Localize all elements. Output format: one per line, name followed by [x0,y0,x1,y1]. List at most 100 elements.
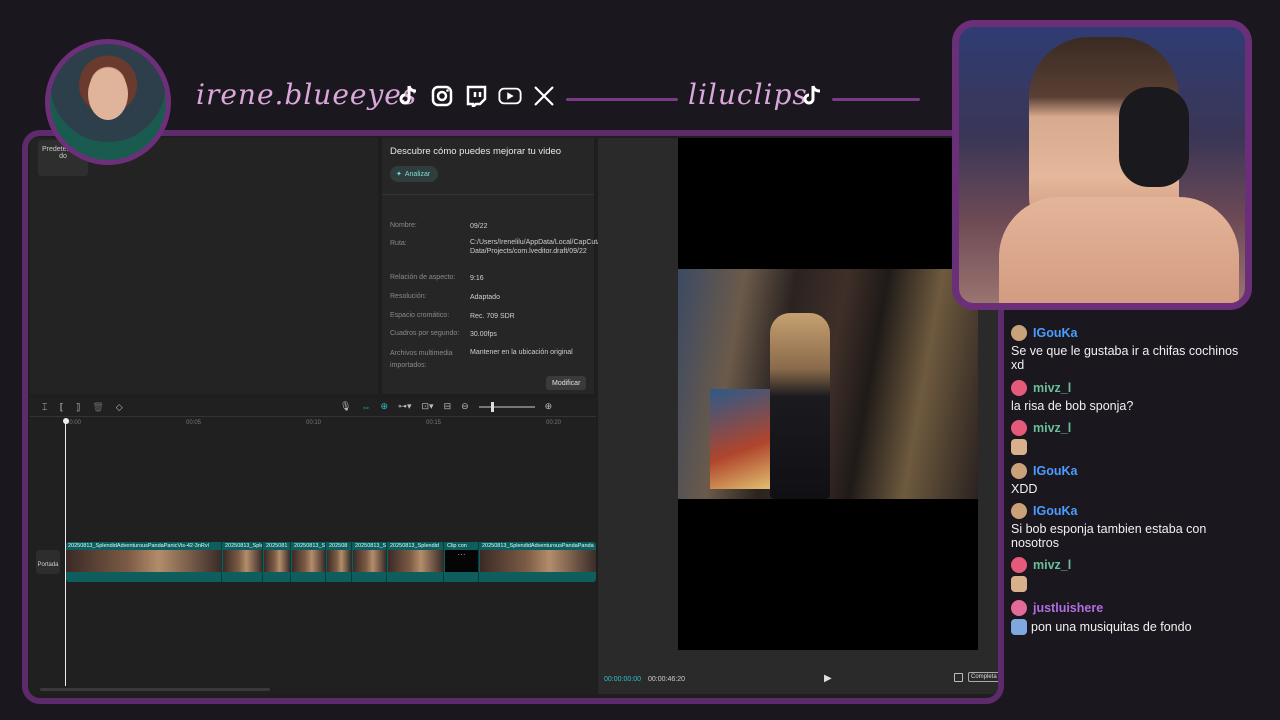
timeline-clip[interactable]: 20250813_Splendid [388,542,444,582]
timeline-clip[interactable]: 202508 [327,542,352,582]
prop-label-fps: Cuadros por segundo: [390,330,460,337]
tiktok-icon [800,84,824,108]
prop-value-resolution: Adaptado [470,294,500,301]
timeline-clip[interactable]: 20250813_S [353,542,387,582]
prop-value-path: C:/Users/Irenelilu/AppData/Local/CapCut/… [470,239,614,255]
face-emote-icon [1011,439,1027,455]
twitch-icon [464,84,488,108]
user-badge-icon [1011,503,1027,519]
chat-message: mivz_l la risa de bob sponja? [1011,380,1251,413]
prop-value-aspect: 9:16 [470,275,484,282]
timeline-clip-black[interactable]: Clip con ··· [445,542,479,582]
user-badge-icon [1011,463,1027,479]
chat-message: IGouKa Se ve que le gustaba ir a chifas … [1011,325,1251,372]
zoom-out-icon[interactable]: ⊖ [461,401,469,412]
social-icons [396,84,556,108]
analyze-button[interactable]: ✦ Analizar [390,166,439,182]
black-clip-thumbnail: ··· [445,550,478,572]
chat-username[interactable]: mivz_l [1033,558,1071,572]
mic-icon[interactable]: 🎙 [340,401,351,412]
divider [30,416,596,417]
clip-thumbnail [223,550,262,572]
controller-emote-icon [1011,619,1027,635]
link-icon[interactable]: ⇔ [361,402,370,412]
headset-icon [1119,87,1189,187]
analyze-button-label: Analizar [404,170,431,178]
face-emote-icon [1011,576,1027,592]
video-track[interactable]: 20250813_SplendidAdventurousPandaPanicVi… [66,542,596,582]
clip-thumbnail [327,550,351,572]
editor-window: Predetermina do Descubre cómo puedes mej… [22,130,1004,704]
timeline-clip[interactable]: 20250813_SplendidAdventurousPandaPanda [480,542,596,582]
chat-username[interactable]: IGouKa [1033,464,1077,478]
webcam-overlay [952,20,1252,310]
user-badge-icon [1011,557,1027,573]
prop-value-name: 09/22 [470,223,488,230]
chat-text: Si bob esponja tambien estaba con nosotr… [1011,522,1207,550]
youtube-icon [498,84,522,108]
user-badge-icon [1011,420,1027,436]
trim-left-icon[interactable]: ⟦ [59,402,63,413]
timeline-clip[interactable]: 20250813_S [292,542,326,582]
divider-line [566,98,678,101]
ruler-tick: 00:05 [186,420,202,426]
zoom-in-icon[interactable]: ⊕ [545,401,553,412]
chat-username[interactable]: mivz_l [1033,421,1071,435]
player-panel: 00:00:00:00 00:00:46:20 ▶ Completa [598,138,998,694]
trim-right-icon[interactable]: ⟧ [76,402,80,413]
modify-button[interactable]: Modificar [546,376,587,390]
user-badge-icon [1011,325,1027,341]
instagram-icon [430,84,454,108]
cover-button[interactable]: Portada [36,550,60,574]
timeline-clip[interactable]: 2025081 [264,542,291,582]
caption-icon[interactable]: ⊟ [444,401,452,412]
magnet-icon[interactable]: ⊕ [380,401,388,412]
clip-thumbnail [66,550,221,572]
chat-text: pon una musiquitas de fondo [1031,620,1192,634]
chat-message: IGouKa Si bob esponja tambien estaba con… [1011,503,1251,550]
prop-value-colorspace: Rec. 709 SDR [470,313,515,320]
auto-snap-icon[interactable]: ⊡▾ [422,401,434,412]
tiktok-icon [396,84,420,108]
crop-icon[interactable] [954,673,963,682]
prop-label-name: Nombre: [390,222,417,229]
chat-message: mivz_l [1011,557,1251,595]
clip-thumbnail [292,550,325,572]
preview-axis-icon[interactable]: ⊶▾ [398,401,412,412]
timeline-scrollbar[interactable] [40,688,270,691]
chat-username[interactable]: justluishere [1033,601,1103,615]
play-icon[interactable]: ▶ [824,673,832,684]
ruler-tick: 00:10 [306,420,322,426]
timeline-clip[interactable]: 20250813_Sple [223,542,263,582]
prop-label-path: Ruta: [390,240,407,247]
clip-thumbnail [388,550,443,572]
delete-icon[interactable]: 🗑 [92,402,103,413]
ruler-tick: 00:20 [546,420,562,426]
sparkle-icon: ✦ [396,171,402,178]
ratio-button[interactable]: Completa [968,672,998,682]
chat-username[interactable]: IGouKa [1033,504,1077,518]
playhead-handle[interactable] [63,418,69,424]
chat-username[interactable]: mivz_l [1033,381,1071,395]
user-badge-icon [1011,600,1027,616]
clip-thumbnail [264,550,290,572]
divider-line [832,98,920,101]
streamer-avatar [45,39,171,165]
prop-label-resolution: Resolución: [390,293,427,300]
person-figure [770,313,830,499]
prop-label-aspect: Relación de aspecto: [390,274,456,281]
chat-username[interactable]: IGouKa [1033,326,1077,340]
shield-icon[interactable]: ◇ [116,402,123,413]
streamer-handle: irene.blueeyes [196,78,418,111]
analysis-title: Descubre cómo puedes mejorar tu video [390,146,562,157]
chat-message: mivz_l [1011,420,1251,458]
split-icon[interactable]: ⌶ [42,402,47,413]
timeline-clip[interactable]: 20250813_SplendidAdventurousPandaPanicVi… [66,542,222,582]
properties-panel: Descubre cómo puedes mejorar tu video ✦ … [382,138,614,394]
prop-label-media: Archivos multimedia importados: [390,350,453,369]
shoulders [999,197,1239,303]
prop-label-colorspace: Espacio cromático: [390,312,450,319]
zoom-slider[interactable] [478,401,535,412]
timeline-controls: 🎙 ⇔ ⊕ ⊶▾ ⊡▾ ⊟ ⊖ ⊕ [340,401,552,412]
chat-text: XDD [1011,482,1038,496]
